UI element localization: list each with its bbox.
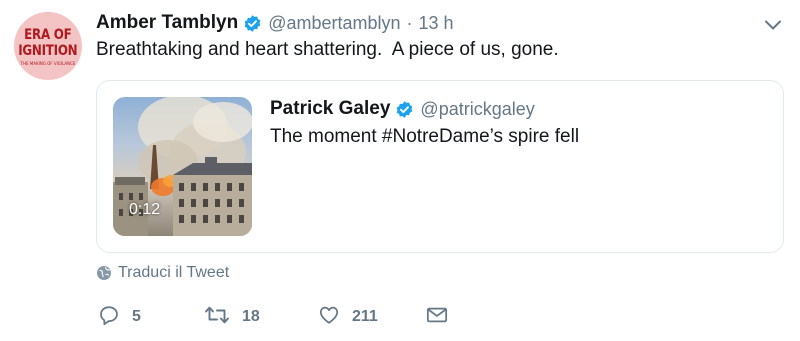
video-thumbnail[interactable]: 0:12	[113, 97, 252, 236]
chevron-down-icon[interactable]	[762, 14, 784, 36]
translate-tweet-link[interactable]: Traduci il Tweet	[96, 264, 229, 282]
tweet-header: Amber Tamblyn @ambertamblyn · 13 h	[96, 11, 454, 35]
globe-icon	[96, 265, 112, 281]
envelope-icon	[426, 305, 448, 330]
quoted-tweet-header: Patrick Galey @patrickgaley	[270, 98, 535, 120]
like-count: 211	[352, 308, 378, 325]
video-duration: 0:12	[129, 201, 161, 218]
author-name[interactable]: Amber Tamblyn	[96, 12, 238, 34]
direct-message-button[interactable]	[426, 302, 448, 332]
retweet-icon	[204, 304, 230, 331]
quoted-tweet-text: The moment #NotreDame’s spire fell	[270, 126, 580, 147]
quoted-tweet-card[interactable]: 0:12 Patrick Galey @patrickgaley The mom…	[96, 80, 784, 253]
verified-badge-icon	[395, 100, 414, 119]
translate-label: Traduci il Tweet	[118, 264, 230, 281]
retweet-button[interactable]: 18	[204, 302, 260, 332]
like-button[interactable]: 211	[318, 302, 378, 332]
separator-dot: ·	[406, 12, 413, 33]
verified-badge-icon	[243, 14, 262, 33]
heart-icon	[318, 304, 340, 331]
retweet-count: 18	[242, 308, 260, 325]
reply-icon	[98, 304, 120, 331]
tweet-text: Breathtaking and heart shattering. A pie…	[96, 39, 559, 60]
avatar-text-line2: IGNITION	[18, 42, 78, 59]
avatar[interactable]: ERA OF IGNITION THE MAKING OF VIGILANCE	[14, 12, 82, 80]
avatar-text-line3: THE MAKING OF VIGILANCE	[20, 60, 76, 66]
reply-count: 5	[132, 308, 141, 325]
timestamp[interactable]: 13 h	[419, 13, 454, 34]
tweet-actions: 5 18 211	[96, 302, 496, 332]
reply-button[interactable]: 5	[98, 302, 141, 332]
author-handle[interactable]: @ambertamblyn	[268, 13, 400, 34]
quoted-author-name: Patrick Galey	[270, 98, 391, 119]
quoted-author-handle: @patrickgaley	[420, 98, 535, 119]
avatar-text-line1: ERA OF	[24, 26, 72, 43]
